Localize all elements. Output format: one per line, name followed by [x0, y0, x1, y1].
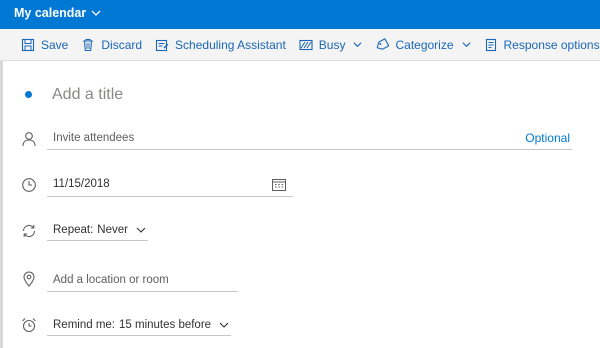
categorize-dropdown[interactable]: Categorize — [375, 38, 470, 52]
busy-label: Busy — [318, 37, 346, 52]
save-button[interactable]: Save — [21, 38, 68, 52]
remind-value: 15 minutes before — [119, 318, 212, 331]
save-label: Save — [41, 37, 69, 52]
chevron-down-icon — [354, 42, 362, 48]
location-input[interactable] — [47, 270, 238, 290]
scheduling-assistant-button[interactable]: Scheduling Assistant — [155, 38, 286, 52]
optional-attendees-link[interactable]: Optional — [525, 131, 570, 145]
discard-button[interactable]: Discard — [81, 38, 142, 52]
location-field — [47, 270, 238, 292]
category-color-dot — [25, 91, 32, 98]
busy-status-icon — [299, 39, 313, 50]
busy-dropdown[interactable]: Busy — [299, 38, 363, 52]
calendar-name: My calendar — [14, 6, 87, 20]
chevron-down-icon — [219, 322, 229, 328]
categorize-label: Categorize — [395, 37, 454, 52]
chevron-down-icon — [136, 227, 146, 233]
attendees-field — [47, 128, 572, 150]
date-value: 11/15/2018 — [53, 178, 110, 190]
remind-label: Remind me: — [53, 318, 115, 331]
person-icon — [21, 131, 37, 147]
reminder-dropdown[interactable]: Remind me: 15 minutes before — [47, 314, 231, 336]
calendar-icon[interactable] — [272, 178, 286, 191]
date-field[interactable]: 11/15/2018 — [47, 173, 293, 197]
scheduling-icon — [155, 39, 169, 51]
left-edge-strip — [0, 61, 3, 348]
alarm-clock-icon — [21, 317, 37, 333]
repeat-icon — [21, 223, 37, 239]
response-options-label: Response options — [503, 37, 600, 52]
title-input[interactable] — [52, 83, 452, 107]
tag-icon — [377, 37, 390, 50]
clock-icon — [21, 177, 37, 193]
save-icon — [21, 38, 35, 51]
discard-label: Discard — [101, 37, 143, 52]
repeat-label: Repeat: — [53, 223, 94, 236]
chevron-down-icon — [91, 10, 101, 16]
attendees-input[interactable] — [47, 128, 572, 148]
scheduling-label: Scheduling Assistant — [175, 37, 286, 52]
response-options-icon — [485, 38, 496, 51]
response-options-dropdown[interactable]: Response options — [484, 38, 600, 52]
repeat-value: Never — [97, 223, 128, 236]
location-pin-icon — [21, 271, 37, 287]
repeat-dropdown[interactable]: Repeat: Never — [47, 219, 148, 241]
trash-icon — [83, 38, 94, 51]
calendar-selector[interactable]: My calendar — [14, 6, 101, 20]
title-bar: My calendar — [0, 0, 600, 29]
chevron-down-icon — [462, 42, 470, 48]
command-toolbar: Save Discard Scheduling Assistant Busy C… — [0, 29, 600, 61]
